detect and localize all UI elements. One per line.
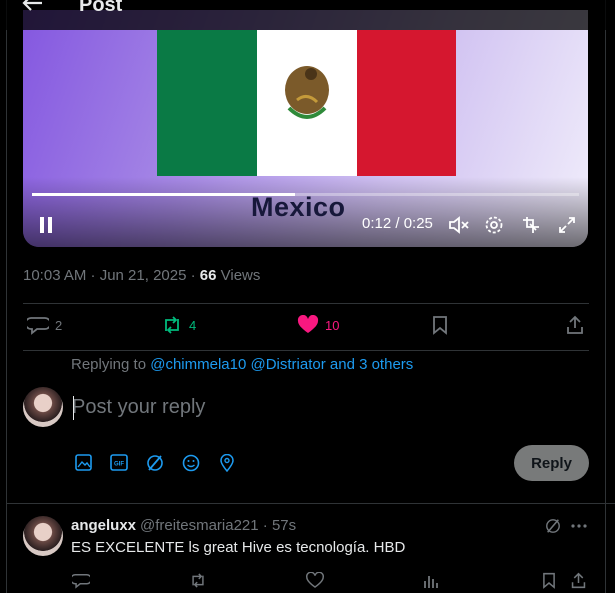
bookmark-icon[interactable]	[541, 572, 559, 590]
svg-text:GIF: GIF	[114, 462, 124, 468]
timeline-border-right	[605, 0, 606, 593]
pip-icon[interactable]	[520, 214, 542, 236]
avatar[interactable]	[23, 387, 63, 427]
grok-icon[interactable]	[146, 454, 164, 472]
repost-icon[interactable]	[189, 572, 207, 590]
replying-prefix: Replying to	[71, 356, 151, 373]
page-title: Post	[79, 0, 123, 16]
divider	[6, 503, 615, 504]
replying-to: Replying to @chimmela10 @Distriator and …	[71, 356, 413, 373]
divider	[23, 350, 589, 351]
emoji-icon[interactable]	[182, 454, 200, 472]
reply-action[interactable]: 2	[27, 315, 62, 335]
settings-icon[interactable]	[483, 214, 505, 236]
gif-icon[interactable]: GIF	[110, 454, 128, 472]
more-icon[interactable]	[571, 518, 587, 539]
top-bar: Post	[0, 0, 615, 30]
location-icon[interactable]	[219, 453, 237, 473]
comment-icon[interactable]	[70, 572, 92, 590]
like-action[interactable]: 10	[297, 315, 339, 335]
like-count: 10	[325, 317, 340, 333]
reply-button[interactable]: Reply	[514, 445, 589, 481]
divider	[23, 303, 589, 304]
bookmark-icon[interactable]	[431, 315, 449, 335]
share-icon[interactable]	[570, 572, 588, 590]
fullscreen-icon[interactable]	[556, 214, 578, 236]
comment-icon	[27, 317, 49, 335]
reply-author-name[interactable]: angeluxx	[71, 517, 136, 534]
heart-icon[interactable]	[306, 571, 324, 590]
share-icon[interactable]	[565, 315, 585, 335]
heart-icon	[297, 315, 319, 333]
text-caret	[73, 396, 74, 420]
repost-count: 4	[189, 317, 197, 333]
grok-icon[interactable]	[545, 518, 561, 539]
repost-action[interactable]: 4	[161, 315, 196, 335]
reply-input[interactable]: Post your reply	[72, 396, 205, 419]
views-label: Views	[216, 267, 261, 284]
views-count: 66	[199, 267, 217, 284]
video-caption: Mexico	[251, 192, 346, 222]
mute-icon[interactable]	[448, 214, 470, 236]
reply-text: ES EXCELENTE ls great Hive es tecnología…	[71, 539, 406, 556]
image-icon[interactable]	[75, 454, 93, 472]
pause-icon[interactable]	[37, 214, 55, 236]
reply-author-handle[interactable]: @freitesmaria221 · 57s	[140, 517, 296, 534]
repost-icon	[165, 316, 179, 334]
timeline-border-left	[6, 0, 7, 593]
video-player[interactable]: Mexico 0:12 / 0:25	[23, 10, 588, 247]
video-progress-bar[interactable]	[32, 193, 579, 196]
replying-to-users[interactable]: @chimmela10 @Distriator and 3 others	[150, 356, 413, 373]
arrow-left-icon[interactable]	[22, 0, 44, 14]
post-meta: 10:03 AM · Jun 21, 2025 · 66 Views	[23, 267, 260, 284]
video-time: 0:12 / 0:25	[362, 215, 433, 232]
mexico-flag-image	[157, 30, 456, 176]
analytics-icon[interactable]	[423, 572, 441, 590]
post-timestamp[interactable]: 10:03 AM · Jun 21, 2025 ·	[23, 267, 200, 284]
reply-count: 2	[55, 317, 63, 333]
video-progress-fill	[32, 193, 295, 196]
avatar[interactable]	[23, 516, 63, 556]
